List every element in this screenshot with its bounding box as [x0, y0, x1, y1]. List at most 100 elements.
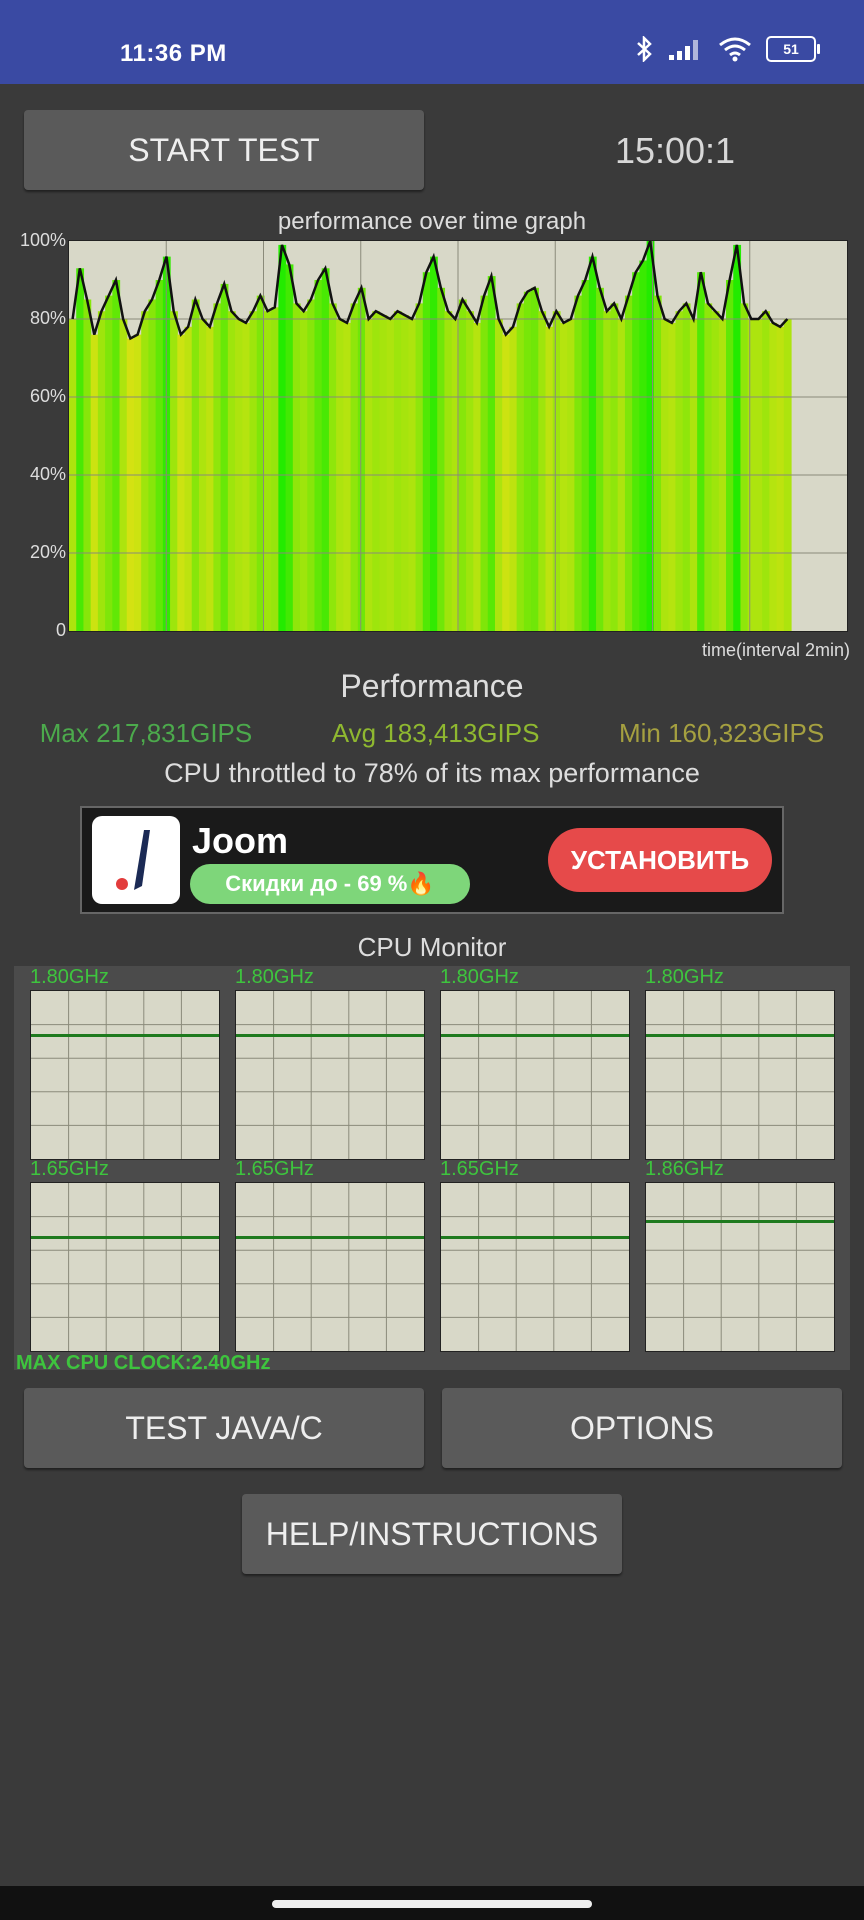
core-frequency-line [236, 1033, 424, 1037]
performance-bar [653, 295, 662, 631]
performance-bar [328, 303, 337, 631]
performance-bar [581, 280, 590, 631]
performance-bar [162, 256, 171, 631]
performance-bar [502, 334, 511, 631]
cpu-core-graph [645, 990, 835, 1160]
performance-bar [610, 303, 619, 631]
performance-bar [466, 311, 474, 631]
ad-banner[interactable]: Joom Скидки до - 69 %🔥 УСТАНОВИТЬ [80, 806, 784, 914]
performance-bar [300, 311, 308, 631]
core-frequency-line [31, 1235, 219, 1239]
core-frequency-line [646, 1033, 834, 1037]
performance-bar [480, 295, 489, 631]
x-axis-label: time(interval 2min) [701, 640, 850, 660]
max-performance: Max 217,831GIPS [39, 718, 253, 748]
graph-title: performance over time graph [277, 208, 587, 235]
performance-bar [624, 295, 633, 631]
performance-bar [711, 311, 720, 631]
core-frequency-line [646, 1220, 834, 1224]
performance-bar [97, 311, 106, 631]
performance-bar [776, 326, 785, 631]
help-instructions-button[interactable]: HELP/INSTRUCTIONS [242, 1494, 622, 1574]
core-clock-label: 1.80GHz [440, 966, 519, 988]
performance-bar [357, 287, 366, 631]
cpu-core-graph [235, 990, 425, 1160]
y-tick-40: 40% [29, 464, 66, 484]
y-tick-100: 100% [19, 230, 66, 250]
performance-bar [343, 322, 352, 631]
performance-bar [263, 311, 272, 631]
performance-bar [509, 326, 518, 631]
y-tick-0: 0 [55, 620, 66, 640]
performance-bar [191, 299, 200, 631]
performance-bar [574, 295, 583, 631]
status-icons: 51 [636, 36, 820, 62]
performance-bar [206, 326, 214, 631]
avg-performance: Avg 183,413GIPS [331, 718, 540, 748]
performance-bar [76, 268, 85, 631]
performance-stats: Max 217,831GIPS Avg 183,413GIPS Min 160,… [0, 718, 864, 749]
max-cpu-clock: MAX CPU CLOCK:2.40GHz [16, 1352, 271, 1374]
performance-bar [668, 322, 677, 631]
cpu-monitor-title: CPU Monitor [357, 932, 507, 962]
bluetooth-icon [636, 36, 654, 62]
performance-bar [740, 303, 749, 631]
performance-bar [90, 334, 99, 631]
performance-bar [596, 287, 604, 631]
performance-bar [314, 280, 323, 631]
performance-bar [762, 311, 770, 631]
home-indicator[interactable] [272, 1900, 592, 1908]
cpu-core-graph [235, 1182, 425, 1352]
y-tick-80: 80% [29, 308, 66, 328]
performance-bar [646, 241, 655, 631]
core-clock-label: 1.80GHz [30, 966, 109, 988]
performance-bar [473, 322, 482, 631]
core-frequency-line [236, 1235, 424, 1239]
core-frequency-line [441, 1235, 629, 1239]
performance-bar [112, 280, 121, 631]
throttle-status: CPU throttled to 78% of its max performa… [164, 758, 700, 788]
performance-bar [307, 299, 316, 631]
core-frequency-line [31, 1033, 219, 1037]
status-time: 11:36 PM [120, 40, 227, 67]
performance-bar [155, 280, 164, 631]
test-java-c-button[interactable]: TEST JAVA/C [24, 1388, 424, 1468]
performance-bar [350, 303, 359, 631]
performance-bar [516, 303, 525, 631]
options-button[interactable]: OPTIONS [442, 1388, 842, 1468]
core-clock-label: 1.86GHz [645, 1158, 724, 1180]
performance-bar [321, 268, 330, 631]
y-tick-60: 60% [29, 386, 66, 406]
performance-bar [278, 244, 287, 631]
core-clock-label: 1.80GHz [235, 966, 314, 988]
performance-bar [242, 322, 251, 631]
core-clock-label: 1.65GHz [440, 1158, 519, 1180]
performance-bar [675, 311, 684, 631]
performance-bar [177, 334, 186, 631]
performance-bar [733, 244, 742, 631]
min-performance: Min 160,323GIPS [618, 718, 825, 748]
performance-bar [393, 311, 402, 631]
battery-icon: 51 [766, 36, 820, 62]
performance-bar [379, 315, 388, 631]
y-tick-20: 20% [29, 542, 66, 562]
performance-bar [422, 272, 431, 631]
performance-bar [437, 287, 446, 631]
ad-tagline: Скидки до - 69 %🔥 [190, 864, 470, 904]
performance-bar [292, 303, 301, 631]
start-test-button[interactable]: START TEST [24, 110, 424, 190]
core-clock-label: 1.65GHz [235, 1158, 314, 1180]
performance-bar [697, 272, 705, 631]
performance-bar [220, 283, 229, 631]
performance-bar [430, 256, 438, 631]
cpu-core-graph [440, 1182, 630, 1352]
performance-bar [682, 303, 691, 631]
core-clock-label: 1.65GHz [30, 1158, 109, 1180]
performance-bar [726, 280, 734, 631]
performance-bar [523, 291, 532, 631]
performance-bar [105, 295, 113, 631]
ad-install-button[interactable]: УСТАНОВИТЬ [548, 828, 772, 892]
performance-bar [249, 311, 258, 631]
performance-bar [401, 315, 409, 631]
performance-bar [148, 299, 157, 631]
